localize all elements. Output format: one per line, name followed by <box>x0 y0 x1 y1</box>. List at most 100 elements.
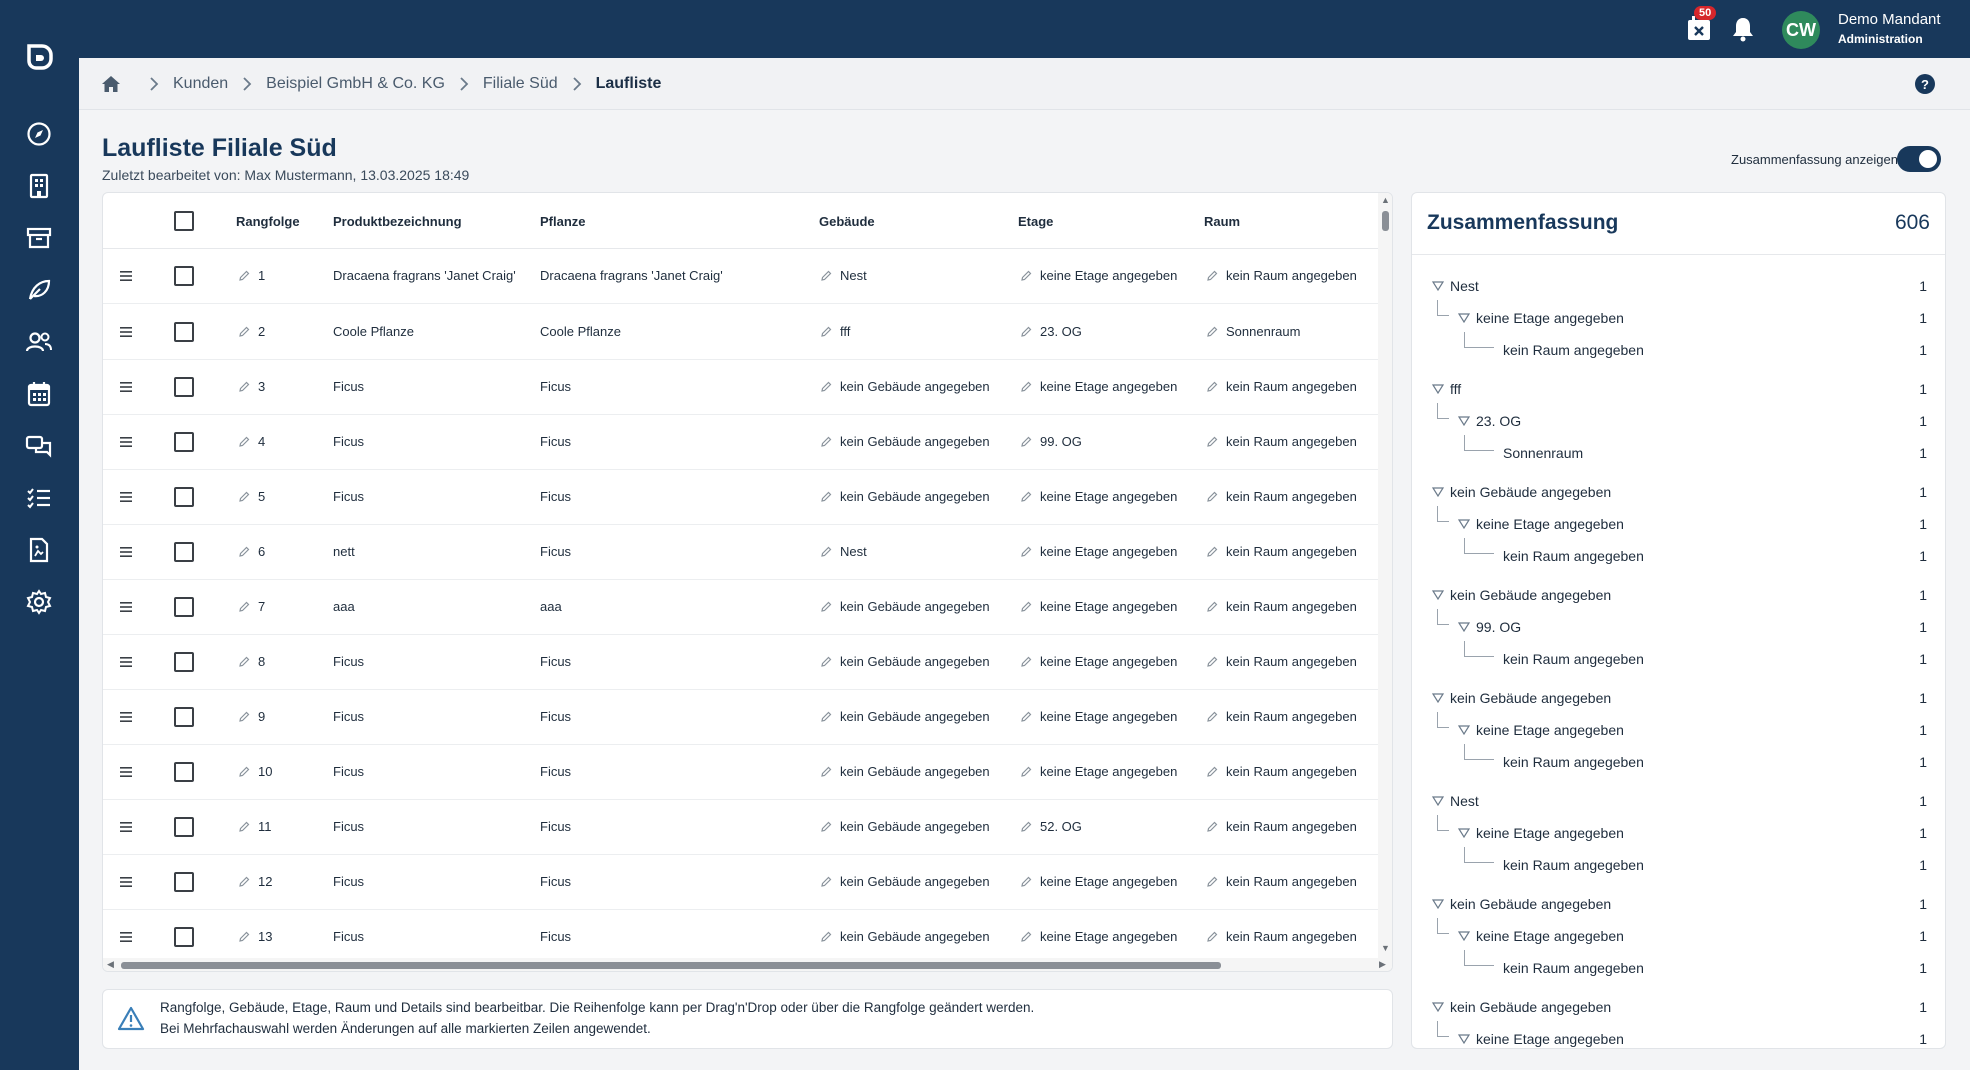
triangle-down-icon[interactable] <box>1432 281 1444 291</box>
etage-cell[interactable]: keine Etage angegeben <box>1021 874 1177 889</box>
summary-tree-item[interactable]: keine Etage angegeben 1 <box>1412 1021 1945 1048</box>
table-row[interactable]: 2 Coole Pflanze Coole Pflanze fff 23. OG Sonn… <box>103 305 1378 360</box>
triangle-down-icon[interactable] <box>1458 931 1470 941</box>
triangle-down-icon[interactable] <box>1432 796 1444 806</box>
rangfolge-cell[interactable]: 3 <box>239 379 265 394</box>
etage-cell[interactable]: keine Etage angegeben <box>1021 268 1177 283</box>
pencil-icon[interactable] <box>239 766 250 777</box>
document-icon[interactable] <box>25 536 53 564</box>
rangfolge-cell[interactable]: 2 <box>239 324 265 339</box>
gebaeude-cell[interactable]: kein Gebäude angegeben <box>821 764 990 779</box>
pencil-icon[interactable] <box>239 601 250 612</box>
row-checkbox[interactable] <box>174 266 194 286</box>
table-row[interactable]: 10 Ficus Ficus kein Gebäude angegeben keine … <box>103 745 1378 800</box>
table-row[interactable]: 12 Ficus Ficus kein Gebäude angegeben keine … <box>103 855 1378 910</box>
summary-tree-item[interactable]: fff 1 <box>1412 377 1945 401</box>
summary-tree-item[interactable]: kein Gebäude angegeben 1 <box>1412 686 1945 710</box>
drag-handle-icon[interactable] <box>120 491 132 503</box>
pencil-icon[interactable] <box>1207 766 1218 777</box>
raum-cell[interactable]: Sonnenraum <box>1207 324 1300 339</box>
triangle-down-icon[interactable] <box>1458 622 1470 632</box>
vertical-scrollbar[interactable]: ▲ ▼ <box>1378 193 1392 958</box>
pencil-icon[interactable] <box>1021 766 1032 777</box>
etage-cell[interactable]: keine Etage angegeben <box>1021 379 1177 394</box>
user-name[interactable]: Demo Mandant <box>1838 11 1941 28</box>
etage-cell[interactable]: 52. OG <box>1021 819 1082 834</box>
pencil-icon[interactable] <box>1021 436 1032 447</box>
etage-cell[interactable]: keine Etage angegeben <box>1021 929 1177 944</box>
drag-handle-icon[interactable] <box>120 711 132 723</box>
triangle-down-icon[interactable] <box>1458 519 1470 529</box>
pencil-icon[interactable] <box>1207 656 1218 667</box>
table-row[interactable]: 7 aaa aaa kein Gebäude angegeben keine Etage… <box>103 580 1378 635</box>
select-all-checkbox[interactable] <box>174 211 194 231</box>
chat-icon[interactable] <box>25 432 53 460</box>
pencil-icon[interactable] <box>821 711 832 722</box>
pencil-icon[interactable] <box>1207 381 1218 392</box>
pencil-icon[interactable] <box>821 546 832 557</box>
summary-tree-item[interactable]: kein Gebäude angegeben 1 <box>1412 995 1945 1019</box>
row-checkbox[interactable] <box>174 707 194 727</box>
col-pflanze[interactable]: Pflanze <box>540 214 586 229</box>
triangle-down-icon[interactable] <box>1432 899 1444 909</box>
gebaeude-cell[interactable]: kein Gebäude angegeben <box>821 929 990 944</box>
horizontal-scrollbar[interactable]: ◀ ▶ <box>103 958 1392 971</box>
pencil-icon[interactable] <box>821 656 832 667</box>
etage-cell[interactable]: keine Etage angegeben <box>1021 709 1177 724</box>
raum-cell[interactable]: kein Raum angegeben <box>1207 874 1357 889</box>
summary-tree-item[interactable]: kein Gebäude angegeben 1 <box>1412 480 1945 504</box>
pencil-icon[interactable] <box>1021 381 1032 392</box>
help-icon[interactable]: ? <box>1915 74 1935 94</box>
raum-cell[interactable]: kein Raum angegeben <box>1207 268 1357 283</box>
col-gebaeude[interactable]: Gebäude <box>819 214 875 229</box>
summary-tree-item[interactable]: keine Etage angegeben 1 <box>1412 712 1945 742</box>
drag-handle-icon[interactable] <box>120 436 132 448</box>
pencil-icon[interactable] <box>1207 876 1218 887</box>
etage-cell[interactable]: 23. OG <box>1021 324 1082 339</box>
rangfolge-cell[interactable]: 10 <box>239 764 272 779</box>
summary-tree-item[interactable]: Nest 1 <box>1412 789 1945 813</box>
rangfolge-cell[interactable]: 7 <box>239 599 265 614</box>
pencil-icon[interactable] <box>1207 711 1218 722</box>
archive-icon[interactable] <box>25 224 53 252</box>
rangfolge-cell[interactable]: 13 <box>239 929 272 944</box>
raum-cell[interactable]: kein Raum angegeben <box>1207 599 1357 614</box>
table-row[interactable]: 8 Ficus Ficus kein Gebäude angegeben keine E… <box>103 635 1378 690</box>
leaf-icon[interactable] <box>25 276 53 304</box>
gebaeude-cell[interactable]: kein Gebäude angegeben <box>821 819 990 834</box>
drag-handle-icon[interactable] <box>120 601 132 613</box>
triangle-down-icon[interactable] <box>1432 1002 1444 1012</box>
rangfolge-cell[interactable]: 12 <box>239 874 272 889</box>
gebaeude-cell[interactable]: Nest <box>821 268 867 283</box>
table-row[interactable]: 9 Ficus Ficus kein Gebäude angegeben keine E… <box>103 690 1378 745</box>
raum-cell[interactable]: kein Raum angegeben <box>1207 379 1357 394</box>
row-checkbox[interactable] <box>174 817 194 837</box>
triangle-down-icon[interactable] <box>1432 384 1444 394</box>
col-raum[interactable]: Raum <box>1204 214 1240 229</box>
pencil-icon[interactable] <box>239 656 250 667</box>
row-checkbox[interactable] <box>174 487 194 507</box>
pencil-icon[interactable] <box>1207 326 1218 337</box>
pencil-icon[interactable] <box>1021 270 1032 281</box>
building-icon[interactable] <box>25 172 53 200</box>
gebaeude-cell[interactable]: kein Gebäude angegeben <box>821 434 990 449</box>
summary-tree-item[interactable]: keine Etage angegeben 1 <box>1412 506 1945 536</box>
gebaeude-cell[interactable]: Nest <box>821 544 867 559</box>
col-produkt[interactable]: Produktbezeichnung <box>333 214 462 229</box>
row-checkbox[interactable] <box>174 542 194 562</box>
row-checkbox[interactable] <box>174 322 194 342</box>
pencil-icon[interactable] <box>821 326 832 337</box>
users-icon[interactable] <box>25 328 53 356</box>
triangle-down-icon[interactable] <box>1458 313 1470 323</box>
pencil-icon[interactable] <box>1207 931 1218 942</box>
table-row[interactable]: 11 Ficus Ficus kein Gebäude angegeben 52. OG… <box>103 800 1378 855</box>
pencil-icon[interactable] <box>1021 711 1032 722</box>
pencil-icon[interactable] <box>239 821 250 832</box>
pencil-icon[interactable] <box>239 270 250 281</box>
drag-handle-icon[interactable] <box>120 381 132 393</box>
gebaeude-cell[interactable]: kein Gebäude angegeben <box>821 709 990 724</box>
pencil-icon[interactable] <box>239 491 250 502</box>
row-checkbox[interactable] <box>174 377 194 397</box>
settings-icon[interactable] <box>25 588 53 616</box>
pencil-icon[interactable] <box>1207 270 1218 281</box>
